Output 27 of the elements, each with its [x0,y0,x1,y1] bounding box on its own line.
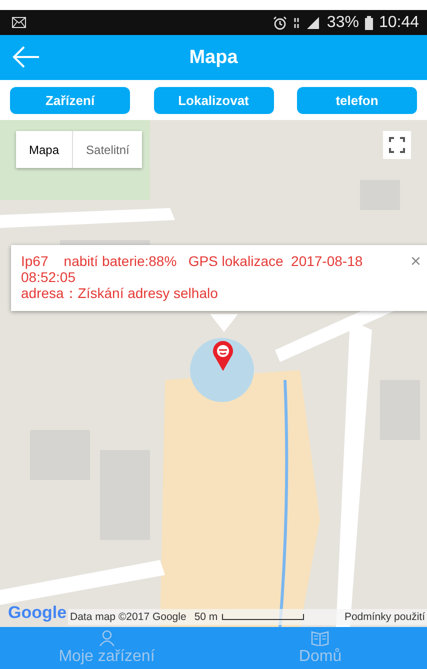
nav-item[interactable]: Domů [214,627,427,669]
map-type-tab[interactable]: Mapa [16,131,72,168]
action-button[interactable]: telefon [297,86,417,114]
book-icon [311,630,330,646]
action-button[interactable]: Zařízení [10,86,130,114]
alarm-icon [272,16,287,30]
callout-pointer [210,314,238,334]
back-arrow-icon[interactable] [12,45,40,69]
map-attribution: Data map ©2017 Google [70,611,186,623]
clock: 10:44 [378,14,419,32]
person-icon [98,630,115,646]
mail-icon [12,17,26,28]
fullscreen-icon [389,137,405,153]
action-button[interactable]: Lokalizovat [154,86,274,114]
location-pin-icon [212,340,234,372]
scale-label: 50 m [194,611,218,623]
map-logo: Google [8,603,67,623]
signal-icon [292,16,321,29]
close-button[interactable]: × [410,253,421,269]
map-type-tab[interactable]: Satelitní [72,131,142,168]
battery-level: 33% [326,14,359,32]
nav-item[interactable]: Moje zařízení [0,627,214,669]
screen-title: Mapa [189,46,238,68]
battery-icon [364,16,373,30]
fullscreen-button[interactable] [383,131,411,159]
terms-link[interactable]: Podmínky použití [344,611,427,623]
info-text: adresa：Získání adresy selhalo [21,285,219,301]
